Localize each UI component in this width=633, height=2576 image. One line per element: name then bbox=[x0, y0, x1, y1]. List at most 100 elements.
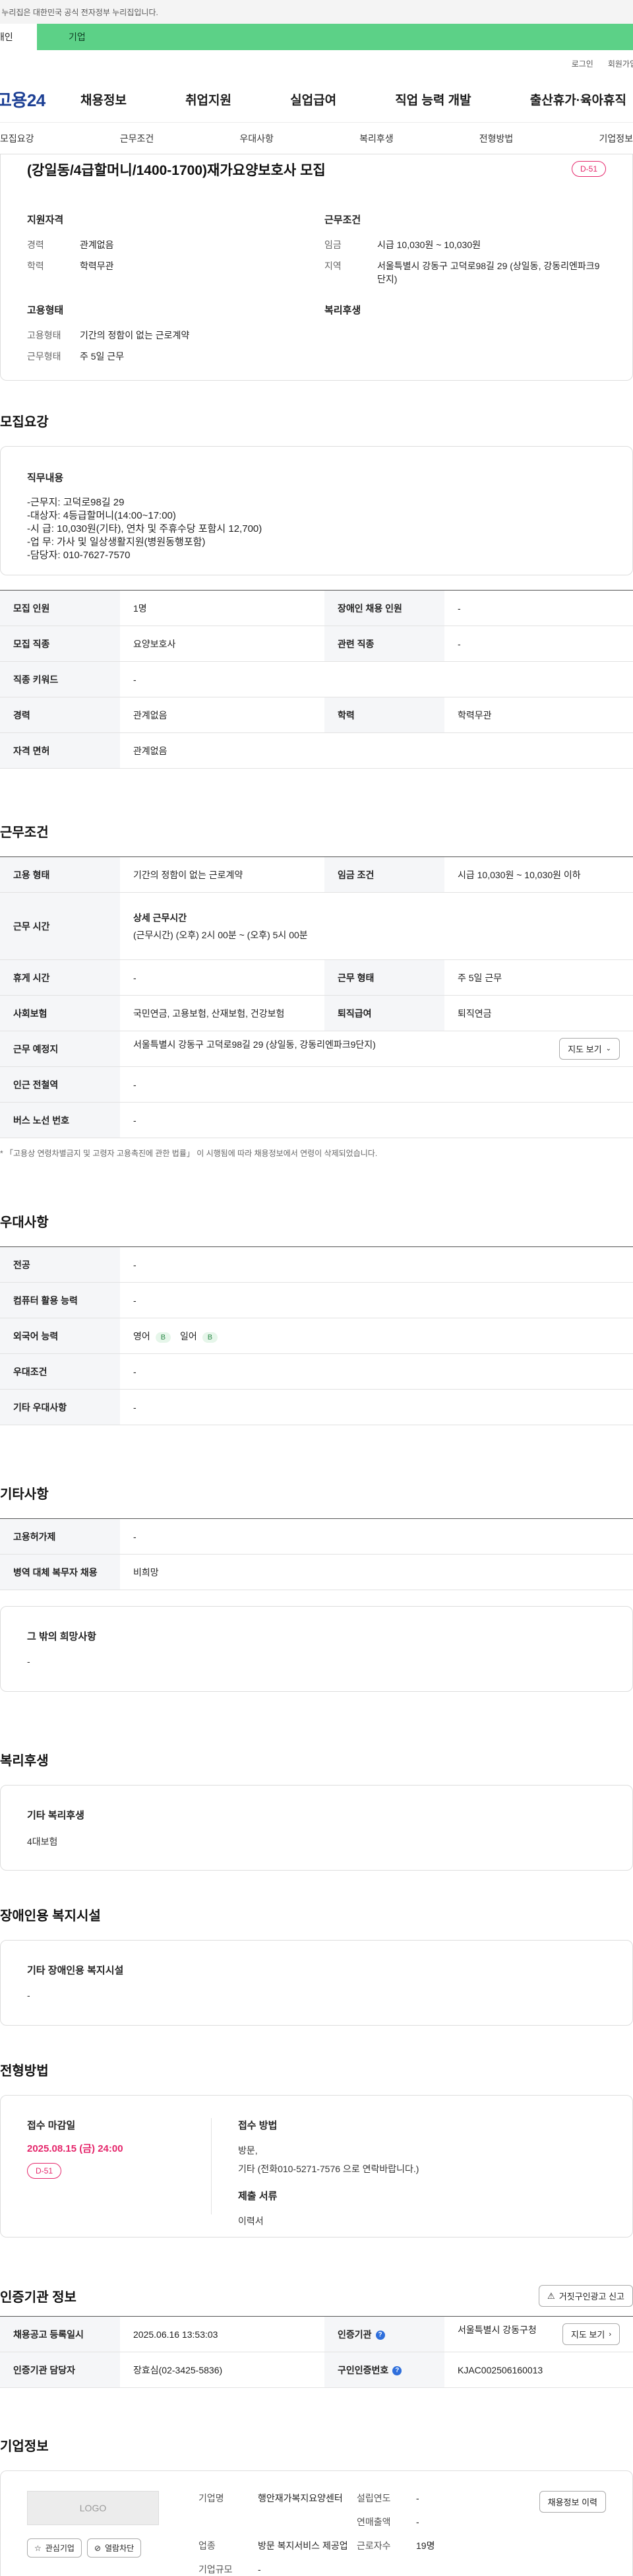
table-label: 사회보험 bbox=[0, 995, 120, 1031]
bell-icon: ⚠ bbox=[547, 2290, 555, 2301]
disabled-facilities-value: - bbox=[27, 1990, 30, 2001]
info-icon[interactable]: ? bbox=[375, 2330, 385, 2340]
summary-label: 임금 bbox=[324, 240, 342, 250]
cert-map-view-button[interactable]: 지도 보기 › bbox=[562, 2323, 620, 2345]
job-description-line: -담당자: 010-7627-7570 bbox=[27, 550, 131, 561]
company-info-label: 연매출액 bbox=[357, 2517, 391, 2527]
qualification-heading: 지원자격 bbox=[27, 214, 64, 226]
table-value: 1명 bbox=[120, 590, 324, 626]
interest-company-button[interactable]: ☆ 관심기업 bbox=[27, 2538, 82, 2558]
section-nav-conditions[interactable]: 근무조건 bbox=[120, 132, 154, 145]
table-label: 경력 bbox=[0, 697, 120, 733]
section-title-selection: 전형방법 bbox=[0, 2064, 49, 2078]
table-row: 사회보험 국민연금, 고용보험, 산재보험, 건강보험 퇴직급여 퇴직연금 bbox=[0, 995, 633, 1031]
welfare-summary-heading: 복리후생 bbox=[324, 305, 361, 316]
table-label: 장애인 채용 인원 bbox=[324, 590, 444, 626]
work-place-address: 서울특별시 강동구 고덕로98길 29 (상일동, 강동리엔파크9단지) bbox=[133, 1039, 376, 1050]
table-label: 인증기관 담당자 bbox=[0, 2352, 120, 2388]
gnb-item-jobs[interactable]: 채용정보 bbox=[80, 90, 127, 108]
table-value: - bbox=[120, 1102, 633, 1138]
table-label: 모집 인원 bbox=[0, 590, 120, 626]
summary-label: 경력 bbox=[27, 240, 44, 250]
table-label: 인증기관? bbox=[324, 2316, 444, 2352]
chevron-right-icon: › bbox=[609, 2330, 611, 2338]
method-heading: 접수 방법 bbox=[238, 2120, 278, 2131]
table-label: 임금 조건 bbox=[324, 856, 444, 893]
gnb-item-unemployment-benefit[interactable]: 실업급여 bbox=[290, 90, 336, 108]
recruit-history-button[interactable]: 채용정보 이력 bbox=[539, 2491, 606, 2513]
join-link[interactable]: 회원가입 bbox=[608, 58, 633, 69]
table-label: 컴퓨터 활용 능력 bbox=[0, 1282, 120, 1318]
table-value: - bbox=[444, 626, 633, 662]
section-nav-welfare[interactable]: 복리후생 bbox=[359, 132, 394, 145]
gnb-item-employment-support[interactable]: 취업지원 bbox=[185, 90, 231, 108]
table-label: 구인인증번호? bbox=[324, 2352, 444, 2388]
section-nav-recruit[interactable]: 모집요강 bbox=[0, 132, 34, 145]
block-view-button[interactable]: ⊘ 열람차단 bbox=[86, 2538, 142, 2558]
table-label: 고용 형태 bbox=[0, 856, 120, 893]
summary-label: 지역 bbox=[324, 261, 342, 271]
summary-label: 근무형태 bbox=[27, 351, 61, 362]
table-value: - bbox=[120, 1066, 633, 1103]
table-value: KJAC002506160013 bbox=[444, 2352, 633, 2388]
section-nav-preferences[interactable]: 우대사항 bbox=[239, 132, 274, 145]
table-value: - bbox=[444, 590, 633, 626]
table-label: 학력 bbox=[324, 697, 444, 733]
job-description-heading: 직무내용 bbox=[27, 472, 64, 484]
cert-org-value: 서울특별시 강동구청 bbox=[458, 2325, 537, 2335]
method-block: 접수 방법 방문, 기타 (전화010-5271-7576 으로 연락바랍니다.… bbox=[212, 2118, 606, 2226]
block-view-label: 열람차단 bbox=[105, 2544, 135, 2553]
gnb-list: 채용정보 취업지원 실업급여 직업 능력 개발 출산휴가·육아휴직 bbox=[80, 90, 633, 108]
table-label: 고용허가제 bbox=[0, 1518, 120, 1555]
tab-person[interactable]: 개인 bbox=[0, 24, 37, 50]
report-fake-ad-button[interactable]: ⚠ 거짓구인광고 신고 bbox=[539, 2285, 633, 2307]
table-label: 근무 형태 bbox=[324, 959, 444, 996]
qualification-block: 지원자격 경력 관계없음 학력 학력무관 bbox=[27, 212, 309, 294]
method-line: 기타 (전화010-5271-7576 으로 연락바랍니다.) bbox=[238, 2164, 419, 2174]
section-nav-selection[interactable]: 전형방법 bbox=[479, 132, 514, 145]
table-row: 고용 형태 기간의 정함이 없는 근로계약 임금 조건 시급 10,030원 ~ 10… bbox=[0, 856, 633, 893]
login-link[interactable]: 로그인 bbox=[572, 58, 593, 69]
summary-value: 시급 10,030원 ~ 10,030원 bbox=[377, 240, 481, 250]
chevron-down-icon: ⌄ bbox=[605, 1045, 611, 1052]
employment-type-heading: 고용형태 bbox=[27, 305, 64, 316]
gnb-item-skill-development[interactable]: 직업 능력 개발 bbox=[395, 90, 471, 108]
welfare-summary-block: 복리후생 bbox=[324, 303, 606, 371]
company-info-label: 기업명 bbox=[198, 2493, 224, 2503]
company-card: LOGO ☆ 관심기업 ⊘ 열람차단 기업명 행안재가복지요양센터 설립연도 - 연… bbox=[0, 2470, 633, 2576]
work-condition-heading: 근무조건 bbox=[324, 214, 361, 226]
deadline-heading: 접수 마감일 bbox=[27, 2120, 76, 2131]
section-title-etc: 기타사항 bbox=[0, 1487, 49, 1502]
language-level-badge: B bbox=[155, 1332, 171, 1343]
table-value: 서울특별시 강동구 고덕로98길 29 (상일동, 강동리엔파크9단지) 지도 보… bbox=[120, 1031, 633, 1067]
table-label: 인근 전철역 bbox=[0, 1066, 120, 1103]
table-label: 전공 bbox=[0, 1246, 120, 1283]
section-nav-company[interactable]: 기업정보 bbox=[599, 132, 633, 145]
job-summary-card: (강일동/4급할머니/1400-1700)재가요양보호사 모집 D-51 지원자… bbox=[0, 154, 633, 381]
table-row: 모집 직종 요양보호사 관련 직종 - bbox=[0, 626, 633, 662]
summary-value: 학력무관 bbox=[80, 261, 114, 271]
map-view-button[interactable]: 지도 보기 ⌄ bbox=[559, 1038, 620, 1060]
table-row: 자격 면허 관계없음 bbox=[0, 732, 633, 769]
table-value: 국민연금, 고용보험, 산재보험, 건강보험 bbox=[120, 995, 324, 1031]
table-row: 컴퓨터 활용 능력 - bbox=[0, 1282, 633, 1318]
company-info-label: 기업규모 bbox=[198, 2564, 233, 2575]
site-logo[interactable]: 고용24 bbox=[0, 87, 80, 112]
preferences-table: 전공 - 컴퓨터 활용 능력 - 외국어 능력 영어 B 일어 B 우대조건 - 기타 우… bbox=[0, 1246, 633, 1425]
table-value: - bbox=[120, 1353, 633, 1390]
recruit-table: 모집 인원 1명 장애인 채용 인원 - 모집 직종 요양보호사 관련 직종 - 직종 키워… bbox=[0, 590, 633, 769]
info-icon[interactable]: ? bbox=[392, 2366, 402, 2375]
interest-company-label: 관심기업 bbox=[45, 2544, 75, 2553]
table-value: 서울특별시 강동구청 지도 보기 › bbox=[444, 2316, 633, 2352]
section-title-company: 기업정보 bbox=[0, 2439, 49, 2454]
block-icon: ⊘ bbox=[94, 2543, 101, 2553]
job-description-line: -근무지: 고덕로98길 29 bbox=[27, 497, 125, 508]
gnb-item-parental-leave[interactable]: 출산휴가·육아휴직 bbox=[530, 90, 626, 108]
summary-row: 근무형태 주 5일 근무 bbox=[27, 350, 309, 363]
table-label: 근무 시간 bbox=[0, 892, 120, 960]
tab-corp[interactable]: 기업 bbox=[37, 24, 633, 50]
other-wishes-value: - bbox=[27, 1656, 30, 1667]
table-label: 휴게 시간 bbox=[0, 959, 120, 996]
language-name: 일어 bbox=[180, 1330, 197, 1341]
map-view-label: 지도 보기 bbox=[570, 2330, 605, 2340]
